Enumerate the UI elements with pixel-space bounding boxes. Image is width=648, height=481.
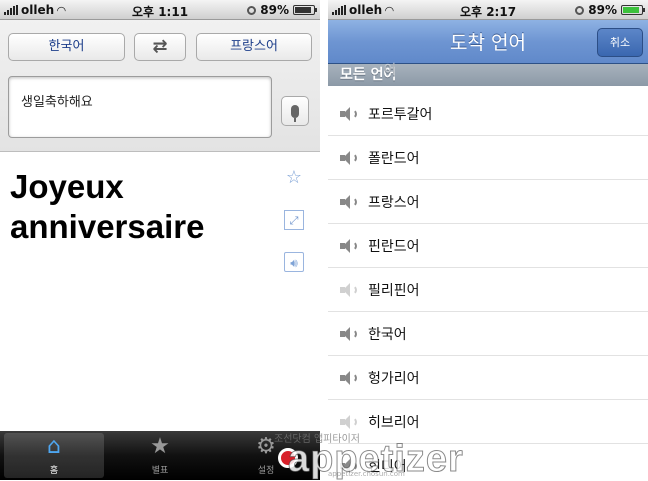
battery-percent: 89% [588, 3, 617, 17]
star-icon[interactable]: ☆ [284, 168, 304, 188]
status-bar: olleh ◠ 오후 2:17 89% [328, 0, 648, 20]
source-language-button[interactable]: 한국어 [8, 33, 125, 61]
speaker-icon [340, 370, 358, 385]
tab-settings[interactable]: ⚙ 설정 [216, 433, 316, 478]
speaker-icon [340, 194, 358, 209]
language-row[interactable]: 히브리어 [328, 400, 648, 444]
language-label: 힌디어 [368, 458, 407, 475]
language-row[interactable]: 힌디어 [328, 444, 648, 480]
tab-starred-label: 별표 [151, 466, 169, 476]
voice-input-button[interactable] [281, 96, 309, 126]
tab-settings-label: 설정 [257, 466, 275, 476]
microphone-icon [291, 104, 299, 122]
tab-home[interactable]: ⌂ 홈 [4, 433, 104, 478]
speaker-icon [340, 238, 358, 253]
speaker-icon [340, 150, 358, 165]
status-right: 89% [247, 3, 317, 17]
language-label: 프랑스어 [368, 194, 420, 211]
speaker-icon[interactable]: 🔊︎ [284, 252, 304, 272]
home-icon: ⌂ [47, 434, 61, 459]
status-bar: olleh ◠ 오후 1:11 89% [0, 0, 320, 20]
swap-languages-button[interactable]: ⇄ [134, 33, 186, 61]
language-row[interactable]: 프랑스어 [328, 180, 648, 224]
status-right: 89% [575, 3, 645, 17]
language-row[interactable]: 핀란드어 [328, 224, 648, 268]
language-row[interactable]: 한국어 [328, 312, 648, 356]
screen-divider [320, 0, 328, 480]
cancel-button[interactable]: 취소 [597, 28, 643, 57]
tab-home-label: 홈 [49, 466, 59, 476]
target-language-button[interactable]: 프랑스어 [196, 33, 312, 61]
star-icon: ★ [150, 434, 170, 459]
battery-percent: 89% [260, 3, 289, 17]
navigation-bar: 도착 언어 취소 [328, 20, 648, 64]
language-label: 핀란드어 [368, 238, 420, 255]
language-row[interactable]: 필리핀어 [328, 268, 648, 312]
translate-screen: olleh ◠ 오후 1:11 89% 한국어 ⇄ 프랑스어 생일축하해요 Jo… [0, 0, 320, 480]
speaker-icon [340, 106, 358, 121]
language-row[interactable]: 폴란드어 [328, 136, 648, 180]
battery-charging-icon [621, 5, 645, 15]
language-label: 한국어 [368, 326, 407, 343]
language-label: 필리핀어 [368, 282, 420, 299]
speaker-disabled-icon [340, 282, 358, 297]
language-label: 폴란드어 [368, 150, 420, 167]
language-label: 포르투갈어 [368, 106, 433, 123]
section-header: 모든 언어 어 [328, 63, 648, 86]
tab-starred[interactable]: ★ 별표 [110, 433, 210, 478]
target-language-screen: olleh ◠ 오후 2:17 89% 도착 언어 취소 모든 언어 어 포르투… [328, 0, 648, 480]
rotation-lock-icon [247, 5, 257, 15]
language-bar: 한국어 ⇄ 프랑스어 생일축하해요 [0, 20, 320, 152]
battery-fill [623, 7, 640, 13]
language-label: 헝가리어 [368, 370, 420, 387]
result-actions: ☆ ⤢ 🔊︎ [284, 168, 304, 294]
fullscreen-icon[interactable]: ⤢ [284, 210, 304, 230]
rotation-lock-icon [575, 5, 585, 15]
speaker-icon [340, 458, 358, 473]
swap-icon: ⇄ [152, 36, 168, 57]
language-row[interactable]: 포르투갈어 [328, 92, 648, 136]
battery-fill [295, 7, 312, 13]
translation-result: Joyeux anniversaire [10, 168, 205, 245]
battery-icon [293, 5, 317, 15]
source-text-input[interactable]: 생일축하해요 [8, 76, 272, 138]
gear-icon: ⚙ [256, 434, 276, 459]
tab-bar: ⌂ 홈 ★ 별표 ⚙ 설정 [0, 431, 320, 480]
language-label: 히브리어 [368, 414, 420, 431]
section-header-ghost: 어 [384, 63, 396, 78]
speaker-disabled-icon [340, 414, 358, 429]
language-list: 포르투갈어 폴란드어 프랑스어 핀란드어 필리핀어 한국어 헝가리어 히브리어 … [328, 92, 648, 480]
language-row[interactable]: 헝가리어 [328, 356, 648, 400]
speaker-icon [340, 326, 358, 341]
